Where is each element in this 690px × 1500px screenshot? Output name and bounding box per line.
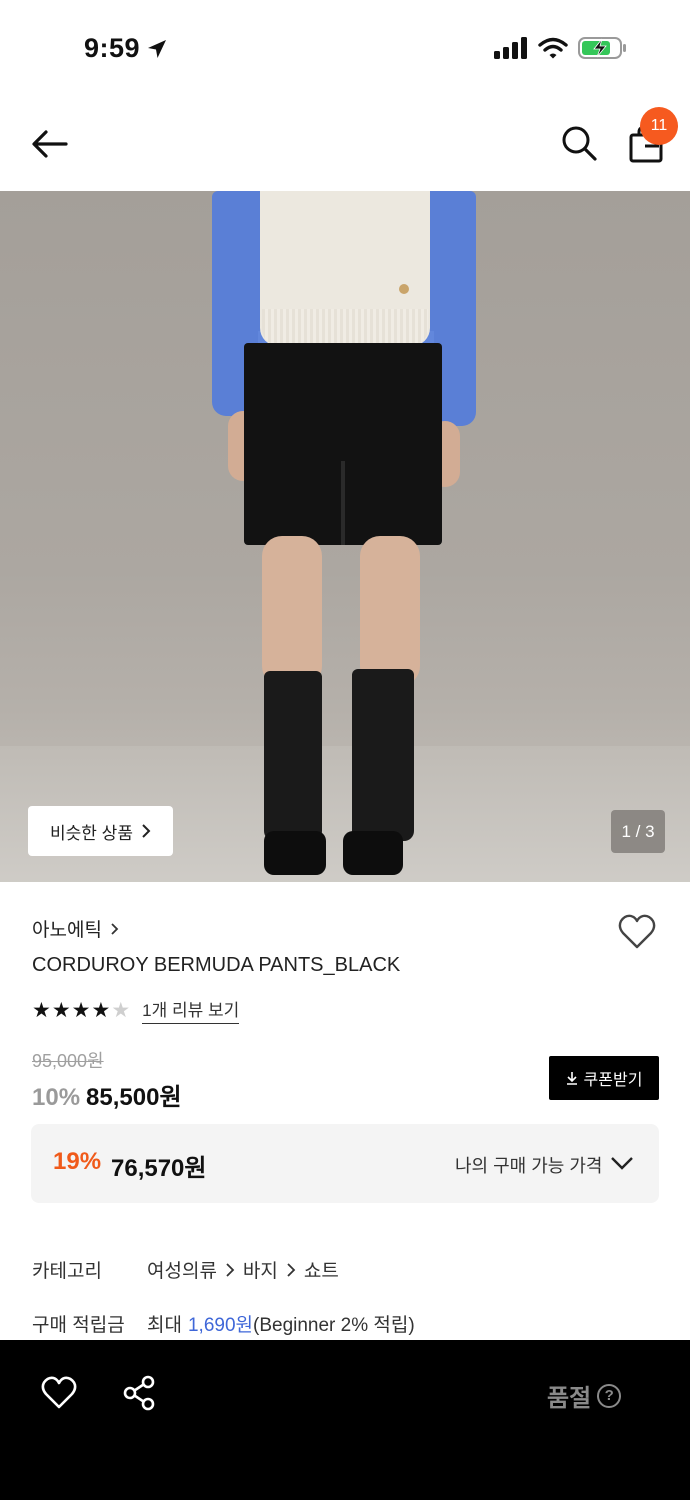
sold-out-status: 품절 ?: [547, 1378, 622, 1413]
my-price-label: 나의 구매 가능 가격: [455, 1156, 603, 1176]
star-filled-icon: ★: [32, 998, 51, 1022]
discount-percent: 10%: [32, 1084, 81, 1111]
photo-right-sole: [343, 831, 403, 875]
category-breadcrumb: 여성의류 바지 쇼트: [147, 1256, 339, 1283]
chevron-right-icon: [111, 922, 119, 935]
rating-row: ★ ★ ★ ★ ★ 1개 리뷰 보기: [32, 996, 240, 1024]
photo-left-leg: [262, 536, 322, 686]
photo-left-sole: [264, 831, 326, 875]
heart-icon[interactable]: [40, 1374, 78, 1412]
review-link[interactable]: 1개 리뷰 보기: [142, 996, 240, 1024]
category-link[interactable]: 바지: [243, 1256, 278, 1283]
coupon-button[interactable]: 쿠폰받기: [549, 1056, 659, 1100]
top-nav: [0, 110, 690, 180]
my-price-discount: 19%: [53, 1148, 102, 1175]
category-link[interactable]: 쇼트: [304, 1256, 339, 1283]
photo-right-boot: [352, 669, 414, 841]
points-value: 최대 1,690원(Beginner 2% 적립): [147, 1310, 415, 1337]
status-time-text: 9:59: [84, 33, 141, 63]
search-icon[interactable]: [560, 124, 598, 162]
photo-left-boot: [264, 671, 322, 841]
photo-vest-rib: [262, 309, 428, 345]
product-image[interactable]: [0, 191, 690, 882]
wishlist-heart-icon[interactable]: [617, 912, 657, 952]
brand-name: 아노에틱: [32, 920, 102, 941]
points-label: 구매 적립금: [32, 1315, 125, 1336]
status-icons: [494, 36, 628, 60]
chevron-right-icon: [287, 1262, 296, 1277]
category-label: 카테고리: [32, 1261, 102, 1282]
wifi-icon: [538, 37, 568, 59]
help-icon[interactable]: ?: [597, 1383, 622, 1408]
share-icon[interactable]: [121, 1374, 159, 1412]
points-amount: 1,690원: [187, 1315, 253, 1336]
chevron-right-icon: [226, 1262, 235, 1277]
my-price-dropdown[interactable]: 19% 76,570원 나의 구매 가능 가격: [31, 1124, 659, 1203]
status-bar: 9:59: [0, 0, 690, 96]
coupon-label: 쿠폰받기: [583, 1072, 643, 1089]
photo-vest-button: [399, 284, 409, 294]
star-filled-icon: ★: [91, 998, 111, 1022]
photo-right-leg: [360, 536, 420, 686]
status-time: 9:59: [84, 33, 168, 64]
similar-products-button[interactable]: 비슷한 상품: [28, 806, 173, 856]
sold-out-label: 품절: [547, 1385, 592, 1412]
category-link[interactable]: 여성의류: [147, 1256, 217, 1283]
brand-link[interactable]: 아노에틱: [32, 915, 119, 942]
location-arrow-icon: [148, 39, 167, 58]
download-icon: [566, 1072, 577, 1085]
chevron-right-icon: [142, 824, 151, 838]
star-filled-icon: ★: [51, 998, 71, 1022]
sale-price: 85,500원: [86, 1084, 182, 1111]
my-price-value: 76,570원: [111, 1155, 207, 1182]
battery-icon: [578, 37, 626, 59]
photo-shorts-gap: [341, 461, 345, 545]
image-counter: 1 / 3: [611, 810, 665, 853]
signal-icon: [494, 37, 527, 59]
original-price: 95,000원: [32, 1051, 104, 1071]
star-filled-icon: ★: [71, 998, 91, 1022]
cart-count-badge: 11: [640, 107, 678, 145]
price-row: 10% 85,500원: [32, 1077, 182, 1112]
star-empty-icon: ★: [111, 998, 131, 1022]
product-name: CORDUROY BERMUDA PANTS_BLACK: [32, 954, 401, 976]
points-suffix: (Beginner 2% 적립): [253, 1315, 415, 1336]
similar-products-label: 비슷한 상품: [50, 823, 133, 843]
star-rating: ★ ★ ★ ★ ★: [32, 1000, 130, 1021]
points-prefix: 최대: [147, 1315, 182, 1336]
back-arrow-icon[interactable]: [30, 124, 70, 164]
bottom-action-bar: 품절 ?: [0, 1340, 690, 1500]
chevron-down-icon: [611, 1157, 633, 1170]
